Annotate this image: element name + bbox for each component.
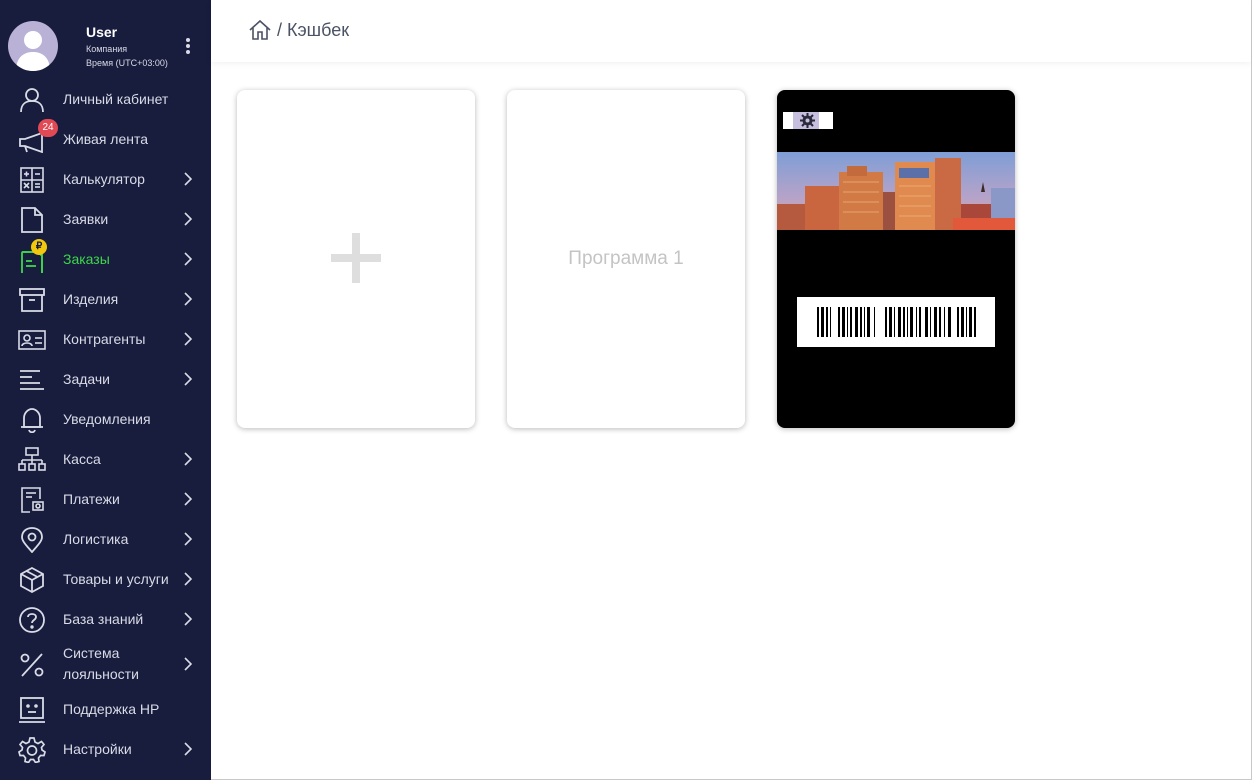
sidebar-item-label: Касса bbox=[63, 451, 101, 467]
user-panel: User Компания Время (UTC+03:00) bbox=[0, 0, 211, 78]
chevron-right-icon bbox=[184, 172, 193, 186]
sidebar-item-orders[interactable]: ₽ Заказы bbox=[0, 239, 211, 279]
sidebar-item-notifications[interactable]: Уведомления bbox=[0, 399, 211, 439]
user-company: Компания bbox=[86, 44, 128, 54]
sidebar-item-payments[interactable]: Платежи bbox=[0, 479, 211, 519]
sidebar-item-label: Личный кабинет bbox=[63, 91, 169, 107]
sidebar-item-calculator[interactable]: Калькулятор bbox=[0, 159, 211, 199]
sidebar-item-label: Изделия bbox=[63, 291, 119, 307]
gear-icon bbox=[18, 737, 46, 763]
percent-icon bbox=[18, 652, 46, 678]
sidebar-item-label: Логистика bbox=[63, 531, 129, 547]
sidebar-item-contractors[interactable]: Контрагенты bbox=[0, 319, 211, 359]
sidebar-item-products[interactable]: Изделия bbox=[0, 279, 211, 319]
user-name: User bbox=[86, 24, 118, 40]
sidebar-item-label: Система лояльности bbox=[63, 645, 139, 682]
sidebar-item-knowledge-base[interactable]: База знаний bbox=[0, 599, 211, 639]
tasks-icon bbox=[18, 367, 46, 393]
gear-logo-icon bbox=[800, 113, 815, 128]
sidebar-item-label: Платежи bbox=[63, 491, 120, 507]
archive-icon bbox=[18, 287, 46, 313]
sidebar-item-label: Заказы bbox=[63, 251, 110, 267]
breadcrumb-current: Кэшбек bbox=[287, 19, 350, 40]
city-skyline-image bbox=[777, 152, 1015, 230]
sidebar-item-cashbox[interactable]: Касса bbox=[0, 439, 211, 479]
plus-icon bbox=[331, 233, 381, 283]
barcode bbox=[797, 297, 995, 347]
loyalty-card-preview[interactable] bbox=[777, 90, 1015, 428]
calculator-icon bbox=[18, 167, 46, 193]
sidebar-item-label: Настройки bbox=[63, 741, 132, 757]
chevron-right-icon bbox=[184, 252, 193, 266]
sidebar: User Компания Время (UTC+03:00) Личный к… bbox=[0, 0, 211, 780]
chevron-right-icon bbox=[184, 612, 193, 626]
add-program-card[interactable] bbox=[237, 90, 475, 428]
sidebar-item-label: Контрагенты bbox=[63, 331, 146, 347]
sidebar-item-label: Уведомления bbox=[63, 411, 151, 427]
user-icon bbox=[18, 87, 46, 113]
sidebar-item-tasks[interactable]: Задачи bbox=[0, 359, 211, 399]
chevron-right-icon bbox=[184, 742, 193, 756]
chevron-right-icon bbox=[184, 532, 193, 546]
receipt-icon bbox=[18, 487, 46, 513]
chevron-right-icon bbox=[184, 492, 193, 506]
sidebar-item-goods-services[interactable]: Товары и услуги bbox=[0, 559, 211, 599]
sidebar-item-label: База знаний bbox=[63, 611, 144, 627]
user-menu-icon[interactable] bbox=[182, 36, 194, 58]
sidebar-item-feed[interactable]: 24 Живая лента bbox=[0, 119, 211, 159]
sidebar-item-requests[interactable]: Заявки bbox=[0, 199, 211, 239]
program-card[interactable]: Программа 1 bbox=[507, 90, 745, 428]
chevron-right-icon bbox=[184, 572, 193, 586]
breadcrumb: / Кэшбек bbox=[248, 18, 349, 42]
sidebar-item-label: Поддержка НР bbox=[63, 701, 160, 717]
sidebar-item-logistics[interactable]: Логистика bbox=[0, 519, 211, 559]
chevron-right-icon bbox=[184, 292, 193, 306]
help-icon bbox=[18, 607, 46, 633]
sidebar-item-label: Заявки bbox=[63, 211, 109, 227]
document-icon bbox=[18, 207, 46, 233]
sitemap-icon bbox=[18, 447, 46, 473]
sidebar-item-label: Товары и услуги bbox=[63, 571, 169, 587]
sidebar-item-label: Живая лента bbox=[63, 131, 149, 147]
sidebar-item-label: Задачи bbox=[63, 371, 111, 387]
card-logo bbox=[783, 112, 833, 129]
sidebar-item-label: Калькулятор bbox=[63, 171, 145, 187]
support-face-icon bbox=[18, 697, 46, 723]
bell-icon bbox=[18, 407, 46, 433]
box-icon bbox=[18, 567, 46, 593]
chevron-right-icon bbox=[184, 332, 193, 346]
sidebar-item-settings[interactable]: Настройки bbox=[0, 729, 211, 769]
sidebar-item-loyalty[interactable]: Система лояльности bbox=[0, 644, 211, 684]
chevron-right-icon bbox=[184, 372, 193, 386]
home-icon[interactable] bbox=[248, 18, 272, 42]
contact-card-icon bbox=[18, 327, 46, 353]
ruble-coin-icon: ₽ bbox=[31, 239, 47, 255]
program-title: Программа 1 bbox=[568, 248, 684, 269]
chevron-right-icon bbox=[184, 212, 193, 226]
chevron-right-icon bbox=[184, 657, 193, 671]
notification-badge: 24 bbox=[38, 119, 58, 137]
sidebar-item-account[interactable]: Личный кабинет bbox=[0, 79, 211, 119]
breadcrumb-separator: / bbox=[277, 19, 283, 40]
user-timezone: Время (UTC+03:00) bbox=[86, 58, 168, 68]
avatar[interactable] bbox=[8, 21, 58, 71]
top-bar: / Кэшбек bbox=[211, 0, 1251, 62]
chevron-right-icon bbox=[184, 452, 193, 466]
sidebar-item-support[interactable]: Поддержка НР bbox=[0, 689, 211, 729]
location-pin-icon bbox=[18, 527, 46, 553]
